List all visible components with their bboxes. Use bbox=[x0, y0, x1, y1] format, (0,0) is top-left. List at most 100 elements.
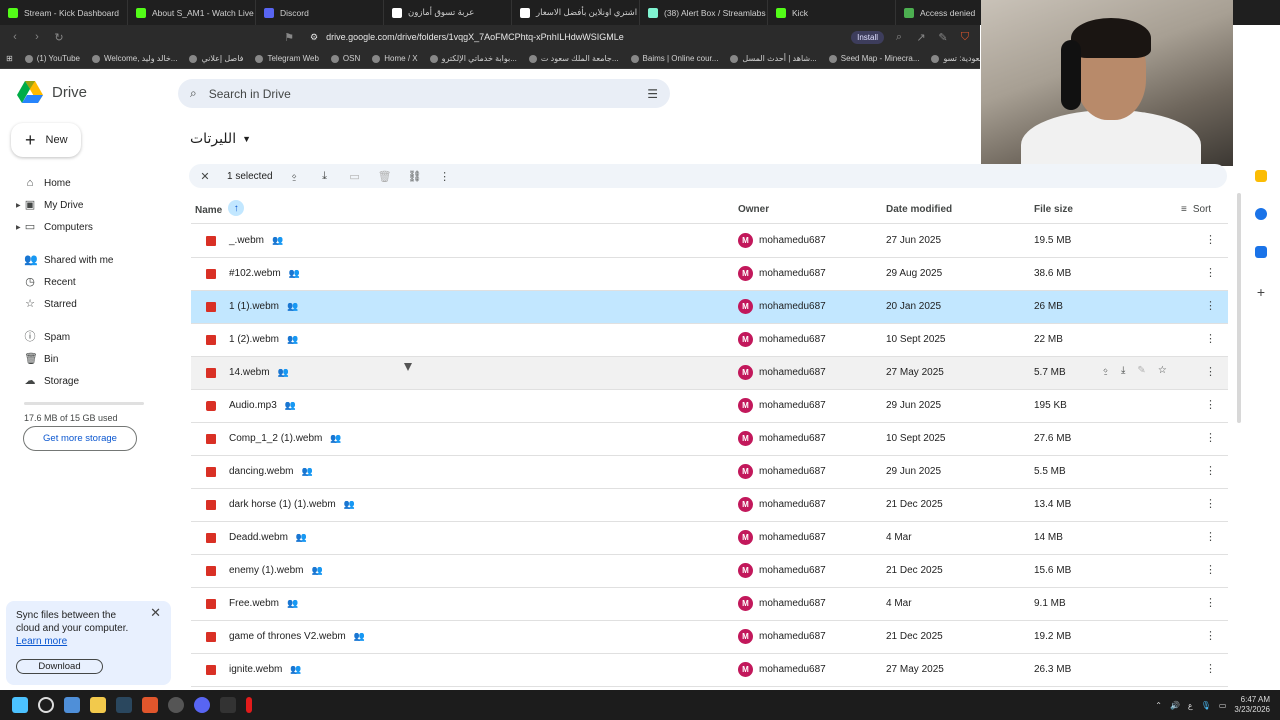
search-icon[interactable]: ⌕ bbox=[190, 86, 197, 101]
file-row[interactable]: #102.webm 👥 Mmohamedu687 29 Aug 2025 38.6 MB… bbox=[191, 258, 1228, 291]
sidebar-item-starred[interactable]: ☆ Starred bbox=[14, 293, 174, 315]
share-person-icon[interactable]: ⍚ bbox=[287, 170, 303, 183]
steam-icon[interactable] bbox=[116, 697, 132, 713]
get-more-storage-button[interactable]: Get more storage bbox=[23, 426, 137, 451]
share-person-icon[interactable]: ⍚ bbox=[1103, 365, 1109, 376]
more-options-icon[interactable]: ⋮ bbox=[1205, 629, 1216, 642]
discord-icon[interactable] bbox=[194, 697, 210, 713]
more-options-icon[interactable]: ⋮ bbox=[1205, 596, 1216, 609]
file-row[interactable]: dancing.webm 👥 Mmohamedu687 29 Jun 2025 5.5 … bbox=[191, 456, 1228, 489]
search-options-icon[interactable]: ☰ bbox=[647, 87, 658, 101]
expand-caret-icon[interactable]: ▶ bbox=[16, 202, 21, 209]
sidebar-item-computers[interactable]: ▶ ▭ Computers bbox=[14, 216, 174, 238]
file-row[interactable]: _.webm 👥 Mmohamedu687 27 Jun 2025 19.5 MB ⋮ bbox=[191, 225, 1228, 258]
brave-browser-icon[interactable] bbox=[142, 697, 158, 713]
sidebar-item-home[interactable]: ⌂ Home bbox=[14, 172, 174, 194]
clear-selection-icon[interactable]: ✕ bbox=[197, 170, 213, 183]
file-row[interactable]: 14.webm 👥 Mmohamedu687 27 May 2025 5.7 MB ⍚ ⤓ ✎… bbox=[191, 357, 1228, 390]
file-row[interactable]: Comp_1_2 (1).webm 👥 Mmohamedu687 10 Sept 20… bbox=[191, 423, 1228, 456]
bookmark-item[interactable]: Telegram Web bbox=[255, 54, 319, 63]
volume-icon[interactable]: 🔊 bbox=[1170, 701, 1180, 710]
size-column-header[interactable]: File size bbox=[1034, 204, 1073, 215]
new-button[interactable]: + New bbox=[11, 123, 81, 157]
brave-shield-icon[interactable]: ⛉ bbox=[958, 31, 972, 44]
browser-tab[interactable]: (38) Alert Box / Streamlabs bbox=[640, 0, 768, 25]
download-icon[interactable]: ⤓ bbox=[1121, 365, 1125, 376]
more-options-icon[interactable]: ⋮ bbox=[1205, 332, 1216, 345]
more-options-icon[interactable]: ⋮ bbox=[1205, 299, 1216, 312]
sort-up-arrow-icon[interactable]: ↑ bbox=[228, 200, 245, 216]
name-column-header[interactable]: Name ↑ bbox=[195, 200, 245, 216]
back-icon[interactable]: ‹ bbox=[8, 31, 22, 43]
file-row[interactable]: ignite.webm 👥 Mmohamedu687 27 May 2025 26.3 … bbox=[191, 654, 1228, 687]
reload-icon[interactable]: ↻ bbox=[52, 31, 66, 44]
more-actions-icon[interactable]: ⋮ bbox=[437, 170, 453, 183]
forward-icon[interactable]: › bbox=[30, 31, 44, 43]
file-row[interactable]: enemy (1).webm 👥 Mmohamedu687 21 Dec 2025 15… bbox=[191, 555, 1228, 588]
file-row[interactable]: Audio.mp3 👥 Mmohamedu687 29 Jun 2025 195 KB ⋮ bbox=[191, 390, 1228, 423]
sidebar-item-bin[interactable]: 🗑 Bin bbox=[14, 348, 174, 370]
share-icon[interactable]: ↗ bbox=[914, 31, 928, 44]
more-options-icon[interactable]: ⋮ bbox=[1205, 365, 1216, 378]
bookmark-item[interactable]: Seed Map - Minecra... bbox=[828, 54, 919, 63]
start-icon[interactable] bbox=[12, 697, 28, 713]
bookmark-item[interactable]: OSN bbox=[330, 54, 360, 63]
site-info-icon[interactable]: ⚙ bbox=[310, 32, 318, 43]
bookmark-item[interactable]: شاهد | أحدث المسل... bbox=[730, 54, 817, 63]
link-icon[interactable]: ⛓ bbox=[407, 170, 423, 183]
move-icon[interactable]: ▭ bbox=[347, 170, 363, 183]
file-row[interactable]: Free.webm 👥 Mmohamedu687 4 Mar 9.1 MB ⋮ bbox=[191, 588, 1228, 621]
more-options-icon[interactable]: ⋮ bbox=[1205, 497, 1216, 510]
delete-icon[interactable]: 🗑 bbox=[377, 170, 393, 183]
capcut-icon[interactable] bbox=[220, 697, 236, 713]
edit-icon[interactable]: ✎ bbox=[936, 31, 950, 44]
rename-icon[interactable]: ✎ bbox=[1137, 365, 1145, 376]
more-options-icon[interactable]: ⋮ bbox=[1205, 464, 1216, 477]
browser-tab[interactable]: عربة تسوق أمازون bbox=[384, 0, 512, 25]
more-options-icon[interactable]: ⋮ bbox=[1205, 431, 1216, 444]
sort-button[interactable]: ≡ Sort bbox=[1181, 204, 1211, 215]
bookmark-item[interactable]: السعودية: تسو... bbox=[931, 54, 980, 63]
add-addon-icon[interactable]: + bbox=[1257, 284, 1265, 300]
install-button[interactable]: Install bbox=[851, 30, 884, 44]
obs-icon[interactable] bbox=[168, 697, 184, 713]
browser-tab[interactable]: Kick bbox=[768, 0, 896, 25]
bookmark-item[interactable]: فاصل إعلاني bbox=[189, 54, 243, 63]
sidebar-item-storage[interactable]: ☁ Storage bbox=[14, 370, 174, 392]
bookmark-item[interactable]: Welcome, خالد وليد... bbox=[92, 54, 177, 63]
folder-title[interactable]: الليرتات ▼ bbox=[190, 130, 251, 147]
download-button[interactable]: Download bbox=[16, 659, 103, 674]
file-row[interactable]: 1 (1).webm 👥 Mmohamedu687 20 Jan 2025 26 MB ⋮ bbox=[191, 291, 1228, 324]
bookmark-icon[interactable]: ⚑ bbox=[282, 31, 296, 44]
bookmark-item[interactable]: بوابة خدماتي الإلكترو... bbox=[429, 54, 517, 63]
contacts-icon[interactable] bbox=[1255, 246, 1267, 258]
file-explorer-icon[interactable] bbox=[90, 697, 106, 713]
more-options-icon[interactable]: ⋮ bbox=[1205, 662, 1216, 675]
apps-grid-icon[interactable]: ⊞ bbox=[6, 54, 13, 63]
bookmark-item[interactable]: Baims | Online cour... bbox=[630, 54, 718, 63]
tasks-icon[interactable] bbox=[1255, 208, 1267, 220]
file-row[interactable]: Deadd.webm 👥 Mmohamedu687 4 Mar 14 MB ⋮ bbox=[191, 522, 1228, 555]
taskbar-search-icon[interactable] bbox=[38, 697, 54, 713]
sidebar-item-recent[interactable]: ◷ Recent bbox=[14, 271, 174, 293]
language-indicator[interactable]: ع bbox=[1188, 701, 1193, 710]
browser-tab[interactable]: اشتري اونلاين بأفضل الاسعار bbox=[512, 0, 640, 25]
browser-tab[interactable]: Discord bbox=[256, 0, 384, 25]
bookmark-item[interactable]: جامعة الملك سعود ت... bbox=[528, 54, 619, 63]
file-row[interactable]: dark horse (1) (1).webm 👥 Mmohamedu687 21 D… bbox=[191, 489, 1228, 522]
close-icon[interactable]: ✕ bbox=[150, 605, 161, 621]
learn-more-link[interactable]: Learn more bbox=[16, 636, 161, 647]
star-icon[interactable]: ☆ bbox=[1158, 365, 1167, 376]
zoom-icon[interactable]: ⌕ bbox=[892, 31, 906, 44]
file-row[interactable]: 1 (2).webm 👥 Mmohamedu687 10 Sept 2025 22 MB… bbox=[191, 324, 1228, 357]
taskbar-app-icon[interactable] bbox=[64, 697, 80, 713]
bookmark-item[interactable]: (1) YouTube bbox=[24, 54, 80, 63]
sidebar-item-shared-with-me[interactable]: 👥 Shared with me bbox=[14, 249, 174, 271]
network-icon[interactable]: ▭ bbox=[1219, 701, 1227, 710]
bookmark-item[interactable]: Home / X bbox=[372, 54, 418, 63]
more-options-icon[interactable]: ⋮ bbox=[1205, 398, 1216, 411]
browser-tab[interactable]: About S_AM1 - Watch Live o bbox=[128, 0, 256, 25]
clock[interactable]: 6:47 AM 3/23/2026 bbox=[1234, 695, 1270, 715]
download-icon[interactable]: ⤓ bbox=[317, 170, 333, 183]
tray-chevron-icon[interactable]: ⌃ bbox=[1155, 701, 1162, 710]
